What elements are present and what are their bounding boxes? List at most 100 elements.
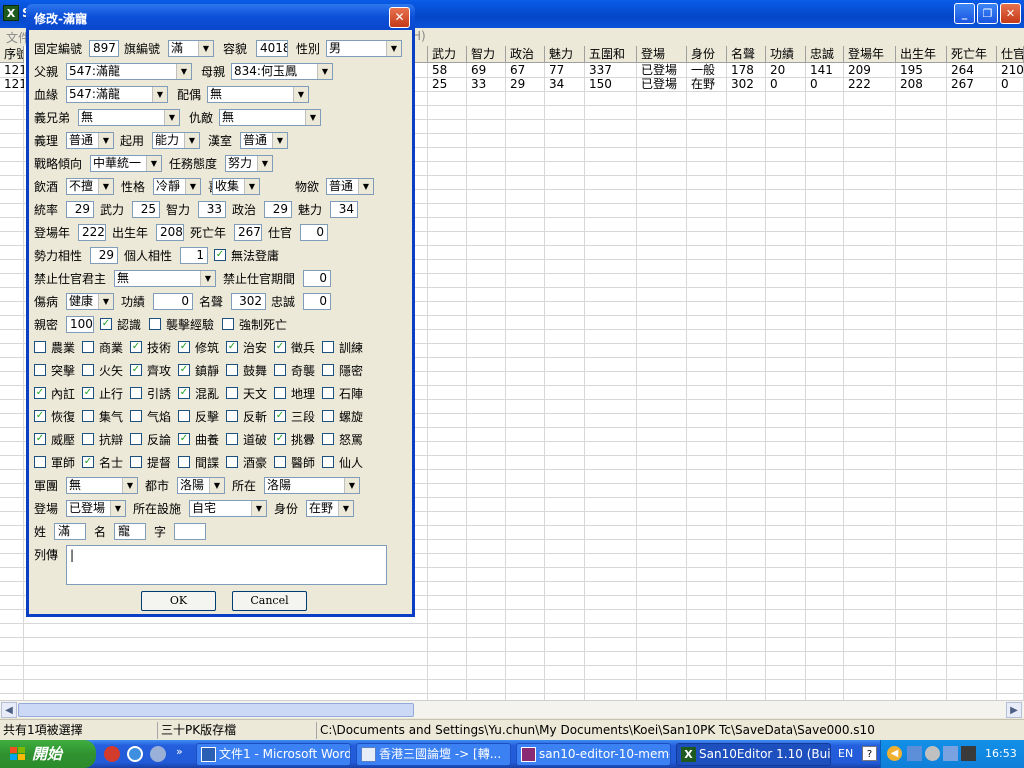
grid-cell[interactable]: 一般 [687,63,727,77]
grid-cell[interactable]: 222 [844,77,896,91]
grid-header-cell[interactable]: 登場年 [844,46,896,63]
quick-launch-more-icon[interactable]: » [176,744,183,760]
flag-id-select[interactable]: 滿 ▼ [168,40,214,57]
war-field[interactable]: 25 [132,201,160,218]
righteous-select[interactable]: 普通 ▼ [66,132,114,149]
scroll-left-icon[interactable]: ◀ [1,702,17,718]
grid-cell[interactable]: 210 [997,63,1024,77]
gender-select[interactable]: 男 ▼ [326,40,402,57]
skill-checkbox[interactable] [322,387,334,399]
grid-cell[interactable]: 264 [947,63,997,77]
skill-checkbox[interactable] [322,341,334,353]
grid-cell[interactable]: 150 [585,77,637,91]
force-affinity-field[interactable]: 29 [90,247,118,264]
skill-checkbox[interactable] [226,456,238,468]
grid-header-cell[interactable]: 出生年 [896,46,947,63]
fame-field[interactable]: 302 [231,293,266,310]
language-indicator[interactable]: EN [838,746,853,762]
sworn-select[interactable]: 無 ▼ [78,109,180,126]
task-forum[interactable]: 香港三國論壇 -> [轉... [356,743,511,766]
skill-checkbox[interactable] [34,456,46,468]
grid-cell[interactable]: 67 [506,63,545,77]
skill-checkbox[interactable] [82,433,94,445]
pol-field[interactable]: 29 [264,201,292,218]
dialog-close-button[interactable]: ✕ [389,7,410,28]
grid-cell[interactable]: 1211 [0,77,24,91]
appear-select[interactable]: 已登場 ▼ [66,500,126,517]
skill-checkbox[interactable]: ✓ [34,433,46,445]
scroll-right-icon[interactable]: ▶ [1006,702,1022,718]
network-icon[interactable] [907,746,922,761]
skill-checkbox[interactable] [322,456,334,468]
skill-checkbox[interactable] [82,364,94,376]
skill-checkbox[interactable]: ✓ [130,364,142,376]
cha-field[interactable]: 34 [330,201,358,218]
grid-header-cell[interactable]: 魅力 [545,46,585,63]
skill-checkbox[interactable] [130,410,142,422]
skill-checkbox[interactable] [130,387,142,399]
surname-field[interactable]: 滿 [54,523,86,540]
monitor-icon[interactable] [961,746,976,761]
merit-field[interactable]: 0 [153,293,193,310]
help-icon[interactable]: ? [862,746,877,761]
grid-header-cell[interactable]: 忠誠 [806,46,844,63]
desire-select[interactable]: 普通 ▼ [326,178,374,195]
hobby-select[interactable]: 收集 ▼ [212,178,260,195]
grid-cell[interactable]: 208 [896,77,947,91]
int-field[interactable]: 33 [198,201,226,218]
grid-header-cell[interactable]: 仕官 [997,46,1024,63]
skill-checkbox[interactable] [274,387,286,399]
skill-checkbox[interactable] [226,387,238,399]
style-field[interactable] [174,523,206,540]
attack-exp-checkbox[interactable] [149,318,161,330]
birth-year-field[interactable]: 208 [156,224,184,241]
loyalty-field[interactable]: 0 [303,293,331,310]
skill-checkbox[interactable] [178,410,190,422]
spouse-select[interactable]: 無 ▼ [207,86,309,103]
given-field[interactable]: 寵 [114,523,146,540]
illness-select[interactable]: 健康 ▼ [66,293,114,310]
forbid-lord-select[interactable]: 無 ▼ [114,270,216,287]
personal-affinity-field[interactable]: 1 [180,247,208,264]
lead-field[interactable]: 29 [66,201,94,218]
no-appoint-checkbox[interactable]: ✓ [214,249,226,261]
skill-checkbox[interactable]: ✓ [178,387,190,399]
ok-button[interactable]: OK [141,591,216,611]
skill-checkbox[interactable] [130,456,142,468]
skill-checkbox[interactable]: ✓ [274,433,286,445]
grid-header-cell[interactable]: 身份 [687,46,727,63]
grid-header-cell[interactable]: 登場 [637,46,687,63]
skill-checkbox[interactable] [322,433,334,445]
dialog-title-bar[interactable]: 修改-滿寵 ✕ [26,4,415,30]
appear-year-field[interactable]: 222 [78,224,106,241]
bio-textarea[interactable]: | [66,545,387,585]
grid-cell[interactable]: 209 [844,63,896,77]
grid-header-cell[interactable]: 智力 [467,46,506,63]
grid-cell[interactable]: 33 [467,77,506,91]
skill-checkbox[interactable]: ✓ [82,387,94,399]
city-select[interactable]: 洛陽 ▼ [177,477,225,494]
skill-checkbox[interactable] [274,364,286,376]
skill-checkbox[interactable]: ✓ [178,433,190,445]
father-select[interactable]: 547:滿龍 ▼ [66,63,192,80]
skill-checkbox[interactable]: ✓ [130,341,142,353]
restore-button[interactable]: ❐ [977,3,998,24]
grid-header-cell[interactable]: 五圍和 [585,46,637,63]
forbid-period-field[interactable]: 0 [303,270,331,287]
grid-cell[interactable]: 267 [947,77,997,91]
task-archive[interactable]: san10-editor-10-mem-... [516,743,671,766]
task-san10editor[interactable]: X San10Editor 1.10 (Bui... [676,743,831,766]
volume-icon[interactable] [925,746,940,761]
army-select[interactable]: 無 ▼ [66,477,138,494]
grid-cell[interactable]: 141 [806,63,844,77]
force-death-checkbox[interactable] [222,318,234,330]
mother-select[interactable]: 834:何玉鳳 ▼ [231,63,333,80]
skill-checkbox[interactable] [82,410,94,422]
cancel-button[interactable]: Cancel [232,591,307,611]
grid-cell[interactable]: 337 [585,63,637,77]
grid-cell[interactable]: 178 [727,63,766,77]
display-icon[interactable] [943,746,958,761]
scroll-thumb[interactable] [18,703,414,717]
grid-cell[interactable]: 0 [997,77,1024,91]
skill-checkbox[interactable] [34,364,46,376]
